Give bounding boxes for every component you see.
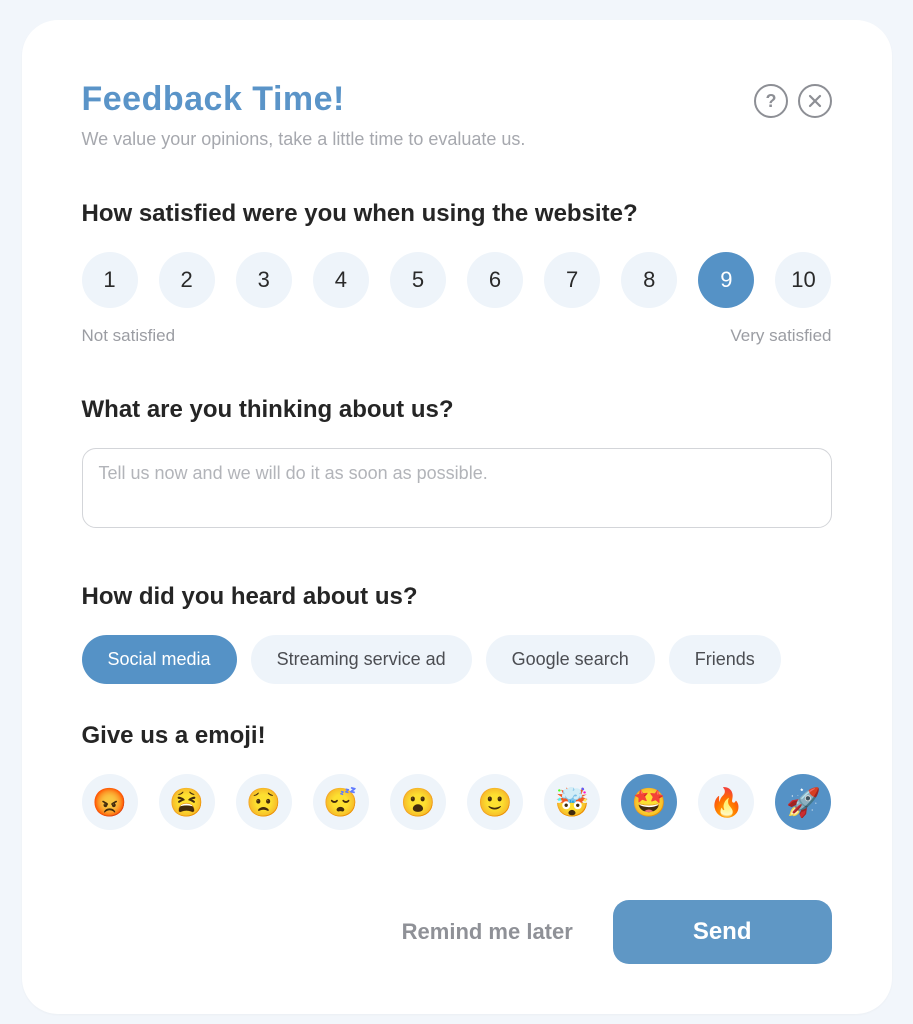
score-6[interactable]: 6	[467, 252, 523, 308]
send-button[interactable]: Send	[613, 900, 832, 964]
heard-option-google-search[interactable]: Google search	[486, 635, 655, 684]
thoughts-input[interactable]	[82, 448, 832, 528]
satisfaction-section: How satisfied were you when using the we…	[82, 200, 832, 346]
close-icon	[808, 94, 822, 108]
header-actions: ?	[754, 84, 832, 118]
page-title: Feedback Time!	[82, 80, 526, 119]
thoughts-section: What are you thinking about us?	[82, 396, 832, 533]
satisfaction-low-label: Not satisfied	[82, 326, 176, 346]
score-10[interactable]: 10	[775, 252, 831, 308]
satisfaction-question: How satisfied were you when using the we…	[82, 200, 832, 228]
emoji-angry[interactable]: 😡	[82, 774, 138, 830]
emoji-worried[interactable]: 😟	[236, 774, 292, 830]
emoji-fire[interactable]: 🔥	[698, 774, 754, 830]
footer: Remind me later Send	[82, 900, 832, 964]
feedback-card: Feedback Time! We value your opinions, t…	[22, 20, 892, 1014]
question-icon: ?	[763, 91, 779, 111]
score-9[interactable]: 9	[698, 252, 754, 308]
heard-option-social-media[interactable]: Social media	[82, 635, 237, 684]
score-4[interactable]: 4	[313, 252, 369, 308]
score-5[interactable]: 5	[390, 252, 446, 308]
page-subtitle: We value your opinions, take a little ti…	[82, 129, 526, 150]
emoji-rocket[interactable]: 🚀	[775, 774, 831, 830]
help-button[interactable]: ?	[754, 84, 788, 118]
heard-option-streaming-ad[interactable]: Streaming service ad	[251, 635, 472, 684]
heard-question: How did you heard about us?	[82, 583, 832, 611]
emoji-slight-smile[interactable]: 🙂	[467, 774, 523, 830]
heard-section: How did you heard about us? Social media…	[82, 583, 832, 684]
satisfaction-scores: 1 2 3 4 5 6 7 8 9 10	[82, 252, 832, 308]
emoji-sleepy[interactable]: 😴	[313, 774, 369, 830]
satisfaction-scale-labels: Not satisfied Very satisfied	[82, 326, 832, 346]
emoji-options: 😡 😫 😟 😴 😮 🙂 🤯 🤩 🔥 🚀	[82, 774, 832, 830]
emoji-star-struck[interactable]: 🤩	[621, 774, 677, 830]
emoji-hushed[interactable]: 😮	[390, 774, 446, 830]
header-text: Feedback Time! We value your opinions, t…	[82, 80, 526, 150]
svg-text:?: ?	[765, 91, 776, 111]
remind-later-button[interactable]: Remind me later	[402, 919, 573, 945]
emoji-tired[interactable]: 😫	[159, 774, 215, 830]
emoji-exploding[interactable]: 🤯	[544, 774, 600, 830]
score-3[interactable]: 3	[236, 252, 292, 308]
emoji-question: Give us a emoji!	[82, 722, 832, 750]
heard-option-friends[interactable]: Friends	[669, 635, 781, 684]
heard-options: Social media Streaming service ad Google…	[82, 635, 832, 684]
satisfaction-high-label: Very satisfied	[730, 326, 831, 346]
score-7[interactable]: 7	[544, 252, 600, 308]
score-1[interactable]: 1	[82, 252, 138, 308]
emoji-section: Give us a emoji! 😡 😫 😟 😴 😮 🙂 🤯 🤩 🔥 🚀	[82, 722, 832, 830]
score-2[interactable]: 2	[159, 252, 215, 308]
thoughts-question: What are you thinking about us?	[82, 396, 832, 424]
header: Feedback Time! We value your opinions, t…	[82, 80, 832, 150]
close-button[interactable]	[798, 84, 832, 118]
score-8[interactable]: 8	[621, 252, 677, 308]
